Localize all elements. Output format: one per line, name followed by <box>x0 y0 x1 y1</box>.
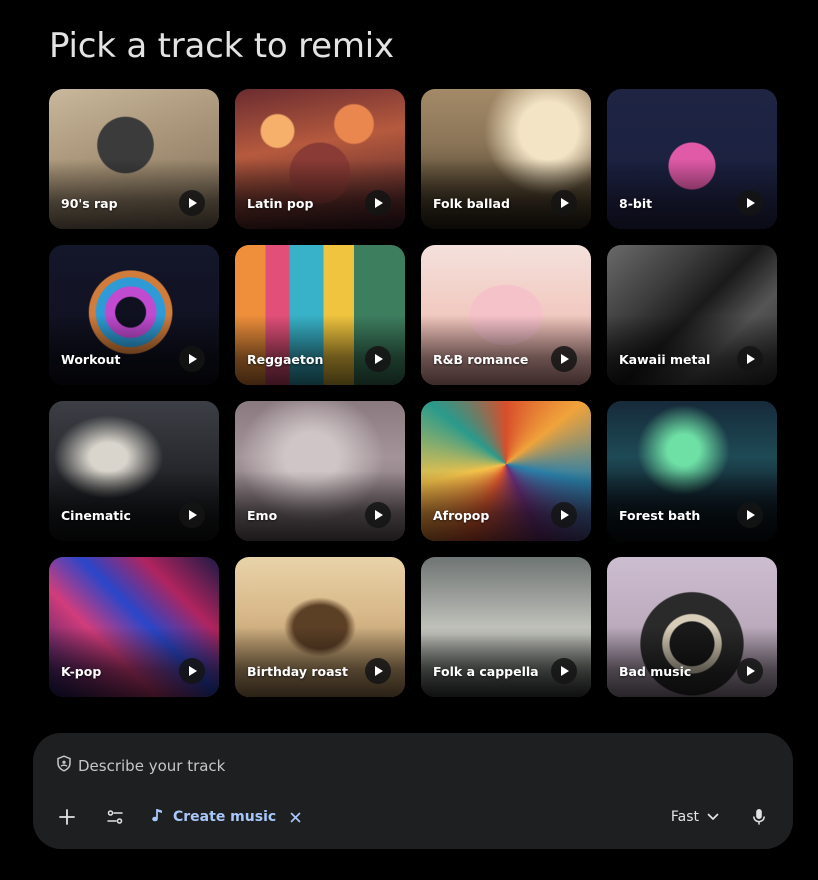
page-title: Pick a track to remix <box>49 26 394 66</box>
track-grid: 90's rap Latin pop Folk ballad 8-bit Wor… <box>49 89 777 697</box>
track-card-workout[interactable]: Workout <box>49 245 219 385</box>
prompt-composer[interactable]: Describe your track Create music Fast <box>33 733 793 849</box>
prompt-input[interactable]: Describe your track <box>56 755 225 777</box>
play-icon[interactable] <box>551 502 577 528</box>
play-icon[interactable] <box>551 346 577 372</box>
track-label: Reggaeton <box>247 352 324 367</box>
track-card-8-bit[interactable]: 8-bit <box>607 89 777 229</box>
track-card-emo[interactable]: Emo <box>235 401 405 541</box>
track-label: Cinematic <box>61 508 131 523</box>
track-label: Birthday roast <box>247 664 348 679</box>
track-card-kawaii-metal[interactable]: Kawaii metal <box>607 245 777 385</box>
play-icon[interactable] <box>179 502 205 528</box>
mode-label: Fast <box>670 809 699 825</box>
track-label: Forest bath <box>619 508 701 523</box>
track-card-cinematic[interactable]: Cinematic <box>49 401 219 541</box>
play-icon[interactable] <box>365 658 391 684</box>
play-icon[interactable] <box>179 658 205 684</box>
track-label: Emo <box>247 508 278 523</box>
track-label: 90's rap <box>61 196 118 211</box>
play-icon[interactable] <box>365 346 391 372</box>
play-icon[interactable] <box>551 658 577 684</box>
close-icon[interactable] <box>290 812 301 823</box>
track-label: Workout <box>61 352 121 367</box>
track-card-reggaeton[interactable]: Reggaeton <box>235 245 405 385</box>
composer-toolbar: Create music Fast <box>53 803 773 831</box>
shield-icon <box>56 755 72 777</box>
track-card-afropop[interactable]: Afropop <box>421 401 591 541</box>
music-note-icon <box>151 807 165 827</box>
track-label: Kawaii metal <box>619 352 711 367</box>
create-music-label: Create music <box>173 809 277 825</box>
track-label: Bad music <box>619 664 692 679</box>
track-label: Latin pop <box>247 196 314 211</box>
plus-icon[interactable] <box>53 803 81 831</box>
track-label: 8-bit <box>619 196 653 211</box>
track-card-birthday-roast[interactable]: Birthday roast <box>235 557 405 697</box>
play-icon[interactable] <box>737 502 763 528</box>
track-card-folk-ballad[interactable]: Folk ballad <box>421 89 591 229</box>
track-label: K-pop <box>61 664 102 679</box>
track-label: Folk ballad <box>433 196 510 211</box>
play-icon[interactable] <box>179 190 205 216</box>
play-icon[interactable] <box>737 346 763 372</box>
play-icon[interactable] <box>551 190 577 216</box>
chevron-down-icon <box>707 809 719 825</box>
tune-icon[interactable] <box>101 803 129 831</box>
play-icon[interactable] <box>365 190 391 216</box>
track-label: Afropop <box>433 508 490 523</box>
play-icon[interactable] <box>737 658 763 684</box>
play-icon[interactable] <box>365 502 391 528</box>
create-music-chip[interactable]: Create music <box>151 807 301 827</box>
track-card-forest-bath[interactable]: Forest bath <box>607 401 777 541</box>
track-label: R&B romance <box>433 352 529 367</box>
play-icon[interactable] <box>179 346 205 372</box>
track-label: Folk a cappella <box>433 664 539 679</box>
mic-icon[interactable] <box>745 803 773 831</box>
track-card-k-pop[interactable]: K-pop <box>49 557 219 697</box>
track-card-bad-music[interactable]: Bad music <box>607 557 777 697</box>
track-card-latin-pop[interactable]: Latin pop <box>235 89 405 229</box>
mode-selector[interactable]: Fast <box>671 809 719 825</box>
track-card-90s-rap[interactable]: 90's rap <box>49 89 219 229</box>
track-card-folk-a-cappella[interactable]: Folk a cappella <box>421 557 591 697</box>
play-icon[interactable] <box>737 190 763 216</box>
track-card-rnb-romance[interactable]: R&B romance <box>421 245 591 385</box>
prompt-placeholder: Describe your track <box>78 757 226 775</box>
